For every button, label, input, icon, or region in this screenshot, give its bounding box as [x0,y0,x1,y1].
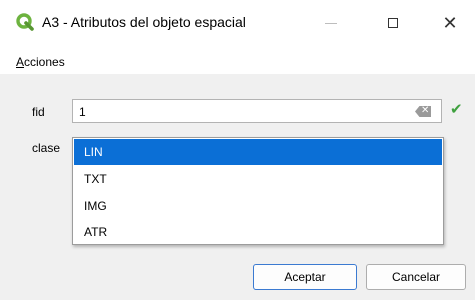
window-title: A3 - Atributos del objeto espacial [42,14,246,30]
menu-acciones-label: cciones [24,55,65,69]
minimize-icon [325,22,337,24]
menu-bar: Acciones [0,46,475,74]
cancelar-button[interactable]: Cancelar [366,264,466,290]
fid-label: fid [32,105,45,119]
fid-value: 1 [79,105,86,119]
fid-input[interactable]: 1 ✕ [72,99,442,123]
menu-acciones-accel: A [16,55,25,69]
maximize-icon [388,18,398,28]
clase-dropdown-list[interactable]: LIN TXT IMG ATR [72,137,444,245]
check-icon: ✔ [450,101,463,118]
close-icon: ✕ [442,13,458,33]
clase-option-img[interactable]: IMG [74,193,442,219]
menu-acciones[interactable]: Acciones [16,55,65,69]
clase-option-lin[interactable]: LIN [74,139,442,165]
maximize-button[interactable] [369,0,417,46]
clase-option-atr[interactable]: ATR [74,219,442,245]
minimize-button[interactable] [307,0,355,46]
clase-label: clase [32,141,61,155]
qgis-logo-icon [16,13,34,31]
clase-option-txt[interactable]: TXT [74,166,442,192]
clear-icon[interactable]: ✕ [415,106,431,117]
attributes-dialog: A3 - Atributos del objeto espacial ✕ Acc… [0,0,475,300]
title-bar: A3 - Atributos del objeto espacial ✕ [0,0,475,46]
aceptar-button[interactable]: Aceptar [253,264,357,290]
close-button[interactable]: ✕ [425,0,475,46]
